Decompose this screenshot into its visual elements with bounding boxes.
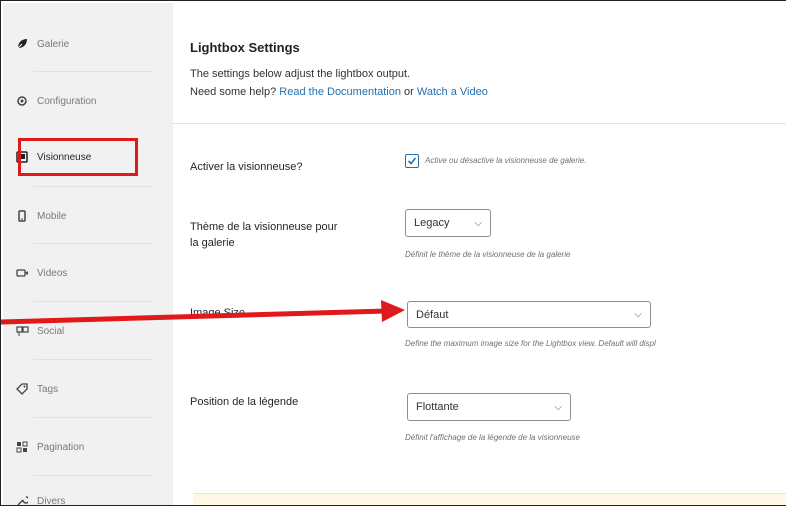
gear-icon — [15, 94, 29, 108]
help-line: Need some help? Read the Documentation o… — [190, 86, 488, 98]
sidebar-item-galerie[interactable]: Galerie — [15, 24, 155, 64]
sidebar-item-label: Mobile — [37, 210, 67, 222]
help-or: or — [404, 86, 414, 98]
wrench-icon — [15, 494, 29, 505]
caption-position-select-value: Flottante — [416, 401, 459, 413]
image-size-select-value: Défaut — [416, 308, 449, 321]
page-title: Lightbox Settings — [190, 40, 300, 55]
theme-help: Définit le thème de la visionneuse de la… — [405, 250, 571, 259]
theme-label-line2: la galerie — [190, 237, 235, 249]
enable-lightbox-checkbox[interactable] — [405, 154, 419, 168]
enable-lightbox-label: Activer la visionneuse? — [190, 161, 303, 173]
sidebar-divider — [33, 71, 153, 72]
leaf-icon — [15, 37, 29, 51]
theme-select-value: Legacy — [414, 217, 450, 229]
help-prefix: Need some help? — [190, 86, 277, 98]
pagination-icon — [15, 440, 29, 454]
documentation-link[interactable]: Read the Documentation — [279, 86, 401, 98]
image-size-help: Define the maximum image size for the Li… — [405, 339, 656, 348]
sidebar-item-mobile[interactable]: Mobile — [15, 196, 155, 236]
caption-position-select[interactable]: Flottante ⌵ — [407, 393, 571, 421]
visionneuse-highlight-box — [18, 138, 138, 176]
sidebar-item-label: Pagination — [37, 441, 85, 453]
sidebar-divider — [33, 301, 153, 302]
tag-icon — [15, 382, 29, 396]
sidebar-item-videos[interactable]: Videos — [15, 253, 155, 293]
watch-video-link[interactable]: Watch a Video — [417, 86, 488, 98]
sidebar-item-tags[interactable]: Tags — [15, 369, 155, 409]
sidebar-divider — [33, 243, 153, 244]
sidebar-item-label: Configuration — [37, 95, 97, 107]
image-size-select[interactable]: Défaut ⌵ — [407, 301, 651, 328]
sidebar-item-label: Videos — [37, 267, 68, 279]
sidebar-divider — [33, 475, 153, 476]
sidebar-item-divers[interactable]: Divers — [15, 481, 155, 506]
sidebar-item-label: Divers — [37, 495, 66, 506]
sidebar-divider — [33, 417, 153, 418]
theme-select[interactable]: Legacy ⌵ — [405, 209, 491, 237]
caption-position-help: Définit l'affichage de la légende de la … — [405, 433, 580, 442]
sidebar-item-label: Tags — [37, 383, 59, 395]
chevron-down-icon: ⌵ — [474, 217, 482, 229]
main-panel: Lightbox Settings The settings below adj… — [173, 3, 786, 505]
sidebar-item-pagination[interactable]: Pagination — [15, 427, 155, 467]
caption-position-label: Position de la légende — [190, 396, 299, 408]
image-size-label: Image Size — [190, 307, 246, 319]
screenshot-frame: Galerie Configuration Visionneuse Mobile — [0, 0, 786, 506]
mobile-icon — [15, 209, 29, 223]
theme-label-line1: Thème de la visionneuse pour — [190, 221, 338, 233]
checkmark-icon — [407, 157, 417, 165]
sidebar-divider — [33, 186, 153, 187]
sidebar-item-label: Social — [37, 325, 65, 337]
social-icon — [15, 324, 29, 338]
chevron-down-icon: ⌵ — [634, 309, 642, 320]
chevron-down-icon: ⌵ — [554, 401, 562, 413]
video-icon — [15, 266, 29, 280]
sidebar-item-social[interactable]: Social — [15, 311, 155, 351]
notice-banner — [193, 493, 786, 505]
page-description: The settings below adjust the lightbox o… — [190, 68, 411, 80]
section-divider — [173, 123, 786, 124]
sidebar-divider — [33, 359, 153, 360]
sidebar-item-configuration[interactable]: Configuration — [15, 81, 155, 121]
sidebar-item-label: Galerie — [37, 38, 70, 50]
settings-sidebar: Galerie Configuration Visionneuse Mobile — [3, 3, 174, 506]
enable-lightbox-help: Active ou désactive la visionneuse de ga… — [425, 156, 587, 165]
